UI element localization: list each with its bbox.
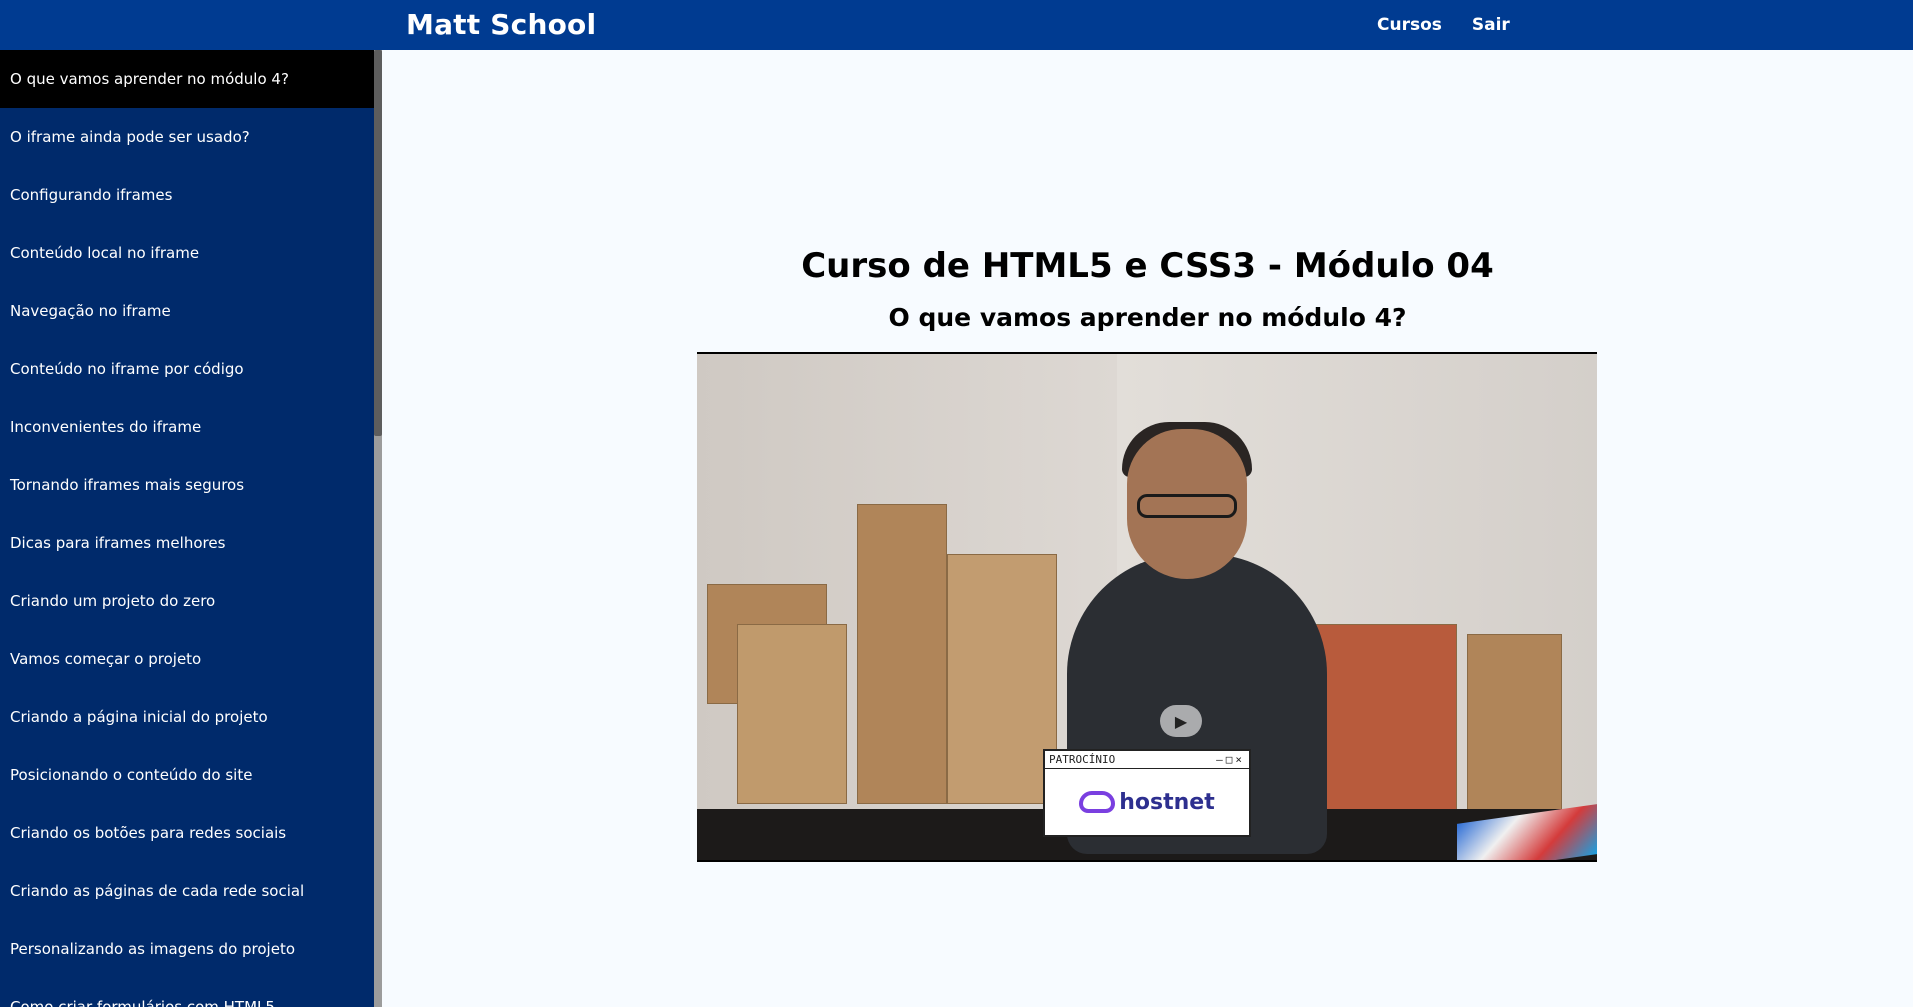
sponsor-window-controls-icon: –□× — [1216, 753, 1245, 766]
main-content: Curso de HTML5 e CSS3 - Módulo 04 O que … — [382, 50, 1913, 1007]
nav-link-cursos[interactable]: Cursos — [1377, 15, 1442, 35]
course-title: Curso de HTML5 e CSS3 - Módulo 04 — [801, 246, 1494, 286]
sidebar-item-lesson-2[interactable]: O iframe ainda pode ser usado? — [0, 108, 374, 166]
video-frame-box — [857, 504, 947, 804]
video-player[interactable]: ▶ PATROCÍNIO –□× hostnet — [697, 352, 1597, 862]
sidebar-item-lesson-1[interactable]: O que vamos aprender no módulo 4? — [0, 50, 374, 108]
play-icon[interactable]: ▶ — [1160, 705, 1202, 737]
sidebar-item-lesson-8[interactable]: Tornando iframes mais seguros — [0, 456, 374, 514]
sidebar-item-lesson-14[interactable]: Criando os botões para redes sociais — [0, 804, 374, 862]
sidebar-item-lesson-10[interactable]: Criando um projeto do zero — [0, 572, 374, 630]
brand-logo[interactable]: Matt School — [406, 8, 596, 41]
sidebar-item-lesson-4[interactable]: Conteúdo local no iframe — [0, 224, 374, 282]
sidebar-item-lesson-13[interactable]: Posicionando o conteúdo do site — [0, 746, 374, 804]
top-navbar: Matt School Cursos Sair — [0, 0, 1913, 50]
sponsor-overlay: PATROCÍNIO –□× hostnet — [1043, 749, 1251, 837]
video-frame-glasses — [1137, 494, 1237, 518]
lesson-title: O que vamos aprender no módulo 4? — [888, 303, 1407, 332]
sidebar-item-lesson-15[interactable]: Criando as páginas de cada rede social — [0, 862, 374, 920]
sidebar-item-lesson-7[interactable]: Inconvenientes do iframe — [0, 398, 374, 456]
video-frame-box — [1467, 634, 1562, 814]
sponsor-logo-text: hostnet — [1119, 789, 1215, 815]
video-frame-box — [947, 554, 1057, 804]
sidebar-item-lesson-5[interactable]: Navegação no iframe — [0, 282, 374, 340]
lesson-sidebar: O que vamos aprender no módulo 4? O ifra… — [0, 50, 374, 1007]
sponsor-titlebar: PATROCÍNIO –□× — [1045, 751, 1249, 769]
sidebar-item-lesson-11[interactable]: Vamos começar o projeto — [0, 630, 374, 688]
sidebar-item-lesson-16[interactable]: Personalizando as imagens do projeto — [0, 920, 374, 978]
top-nav: Cursos Sair — [1377, 15, 1510, 35]
sidebar-scrollbar-thumb[interactable] — [374, 50, 382, 436]
nav-link-sair[interactable]: Sair — [1472, 15, 1510, 35]
sidebar-item-lesson-9[interactable]: Dicas para iframes melhores — [0, 514, 374, 572]
video-frame-box — [737, 624, 847, 804]
lesson-list: O que vamos aprender no módulo 4? O ifra… — [0, 50, 374, 1007]
sidebar-item-lesson-6[interactable]: Conteúdo no iframe por código — [0, 340, 374, 398]
sponsor-logo: hostnet — [1045, 769, 1249, 835]
sponsor-label: PATROCÍNIO — [1049, 753, 1116, 766]
sidebar-item-lesson-12[interactable]: Criando a página inicial do projeto — [0, 688, 374, 746]
sidebar-item-lesson-3[interactable]: Configurando iframes — [0, 166, 374, 224]
cloud-icon — [1079, 791, 1116, 813]
sidebar-item-lesson-17[interactable]: Como criar formulários com HTML5 — [0, 978, 374, 1007]
